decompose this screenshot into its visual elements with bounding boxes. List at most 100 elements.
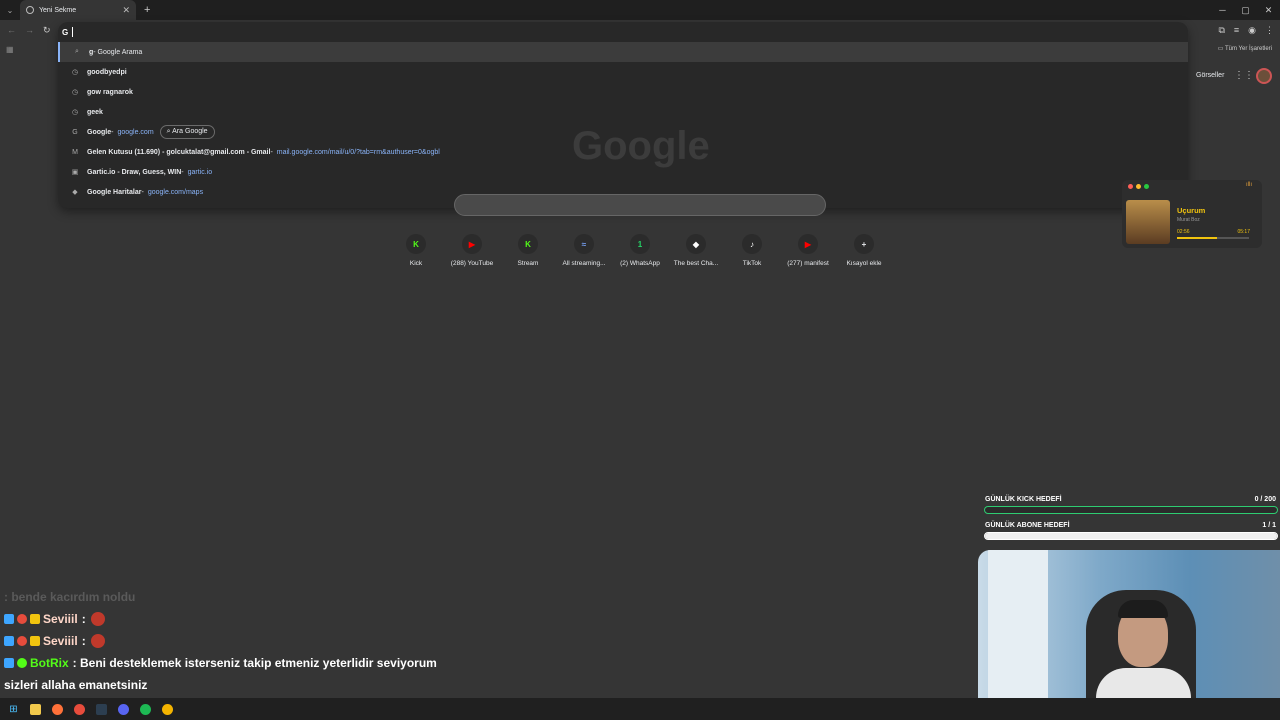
shortcut-tile[interactable]: 1 (2) WhatsApp xyxy=(612,234,668,267)
shortcut-label: (288) YouTube xyxy=(450,260,494,267)
firefox-icon[interactable] xyxy=(52,703,63,715)
goal-bar xyxy=(984,506,1278,514)
file-explorer-icon[interactable] xyxy=(30,703,41,715)
crown-badge-icon xyxy=(30,614,40,624)
suggestion-url: gartic.io xyxy=(187,168,213,176)
goal-value: 1 / 1 xyxy=(1262,522,1276,529)
gartic-icon: ▣ xyxy=(71,169,79,176)
all-bookmarks[interactable]: ▭ Tüm Yer İşaretleri xyxy=(1218,45,1272,52)
back-icon[interactable]: ← xyxy=(7,25,16,35)
badge-icon xyxy=(17,614,27,624)
spotify-icon[interactable] xyxy=(140,703,151,715)
shortcut-icon: K xyxy=(406,234,426,254)
omnibox-input[interactable]: G xyxy=(62,24,74,40)
app-icon[interactable] xyxy=(74,703,85,715)
history-icon: ◷ xyxy=(71,89,79,96)
suggestion-title: Gartic.io - Draw, Guess, WIN xyxy=(87,168,182,176)
search-google-button[interactable]: ⌕ Ara Google xyxy=(159,125,215,139)
avatar[interactable] xyxy=(1256,68,1272,84)
omnibox-value: G xyxy=(62,27,69,37)
suggestion-item[interactable]: ◷ geek xyxy=(58,102,1188,122)
bot-badge-icon xyxy=(4,658,14,668)
red-dot-icon xyxy=(1128,184,1133,189)
apps-grid-icon[interactable]: ▦ xyxy=(6,45,14,54)
suggestion-item[interactable]: ⌕ g - Google Arama xyxy=(58,42,1188,62)
shortcut-tile[interactable]: ▶ (277) manifest xyxy=(780,234,836,267)
song-title: Uçurum xyxy=(1177,206,1206,215)
suggestion-text: - xyxy=(270,148,273,156)
shortcut-icon: K xyxy=(518,234,538,254)
profile-icon[interactable]: ◉ xyxy=(1248,25,1256,36)
shortcut-icon: ▶ xyxy=(798,234,818,254)
menu-icon[interactable]: ⋮ xyxy=(1265,25,1274,36)
close-window-icon[interactable]: ✕ xyxy=(1257,0,1280,20)
minimize-icon[interactable]: ─ xyxy=(1211,0,1234,20)
suggestion-url: mail.google.com/mail/u/0/?tab=rm&authuse… xyxy=(276,148,440,156)
suggestion-url: google.com/maps xyxy=(147,188,204,196)
green-dot-icon xyxy=(1144,184,1149,189)
shortcut-tiles: K Kick ▶ (288) YouTube K Stream ≈ All streaming… xyxy=(388,234,892,267)
images-link[interactable]: Görseller xyxy=(1196,72,1224,79)
chat-username: BotRix xyxy=(30,656,69,670)
new-tab-button[interactable]: + xyxy=(144,4,150,16)
chat-username: Seviiil xyxy=(43,634,78,648)
history-icon: ◷ xyxy=(71,69,79,76)
maps-icon: ◆ xyxy=(72,189,78,196)
history-icon: ◷ xyxy=(71,109,79,116)
chat-message: sizleri allaha emanetsiniz xyxy=(4,674,564,696)
total-time: 05:17 xyxy=(1237,229,1250,235)
maximize-icon[interactable]: ▢ xyxy=(1234,0,1257,20)
chat-message: Seviiil: xyxy=(4,608,564,630)
suggestion-title: gow ragnarok xyxy=(87,88,133,96)
shortcut-tile[interactable]: K Stream xyxy=(500,234,556,267)
shortcut-tile[interactable]: + Kısayol ekle xyxy=(836,234,892,267)
album-cover xyxy=(1126,200,1170,244)
chat-message: Seviiil: xyxy=(4,630,564,652)
start-icon[interactable]: ⊞ xyxy=(8,704,19,715)
badge-icon xyxy=(4,614,14,624)
shortcut-icon: + xyxy=(854,234,874,254)
shortcut-tile[interactable]: ♪ TikTok xyxy=(724,234,780,267)
shortcut-tile[interactable]: ◆ The best Cha... xyxy=(668,234,724,267)
song-artist: Murat Boz xyxy=(1177,217,1200,223)
tab-title: Yeni Sekme xyxy=(39,6,77,14)
shortcut-label: TikTok xyxy=(742,260,762,267)
extensions-icon[interactable]: ⧉ xyxy=(1218,25,1224,36)
song-progress-bar xyxy=(1177,237,1249,239)
shortcut-tile[interactable]: K Kick xyxy=(388,234,444,267)
reload-icon[interactable]: ↻ xyxy=(43,25,51,36)
gmail-icon: M xyxy=(72,148,78,156)
subscriber-goal: GÜNLÜK ABONE HEDEFİ 1 / 1 xyxy=(982,520,1280,546)
streamer-hair xyxy=(1118,600,1168,618)
shortcut-tile[interactable]: ▶ (288) YouTube xyxy=(444,234,500,267)
goal-fill xyxy=(985,533,1277,539)
suggestion-title: goodbyedpi xyxy=(87,68,127,76)
shortcut-label: Stream xyxy=(517,260,539,267)
shortcut-icon: ▶ xyxy=(462,234,482,254)
tab-new-tab[interactable]: Yeni Sekme ✕ xyxy=(20,0,136,20)
forward-icon[interactable]: → xyxy=(25,25,34,35)
chat-text: : xyxy=(81,612,86,626)
google-apps-icon[interactable]: ⋮⋮ xyxy=(1234,70,1254,81)
ntp-search-box[interactable] xyxy=(454,194,826,216)
shortcut-icon: ≈ xyxy=(574,234,594,254)
stream-goals: GÜNLÜK KICK HEDEFİ 0 / 200 GÜNLÜK ABONE … xyxy=(982,494,1280,546)
shortcut-tile[interactable]: ≈ All streaming... xyxy=(556,234,612,267)
close-tab-icon[interactable]: ✕ xyxy=(122,5,130,16)
window-dots xyxy=(1128,184,1149,189)
chrome-icon[interactable] xyxy=(162,703,173,715)
google-logo: Google xyxy=(572,124,710,168)
suggestion-item[interactable]: ◷ goodbyedpi xyxy=(58,62,1188,82)
suggestion-text: - xyxy=(181,168,184,176)
suggestion-item[interactable]: ◷ gow ragnarok xyxy=(58,82,1188,102)
suggestion-text: - xyxy=(111,128,114,136)
search-icon: ⌕ xyxy=(75,48,79,55)
badge-icon xyxy=(4,636,14,646)
tab-strip: ⌄ Yeni Sekme ✕ + ─ ▢ ✕ xyxy=(0,0,1280,20)
emote-icon xyxy=(90,634,105,648)
media-icon[interactable]: ≡ xyxy=(1234,25,1239,36)
tab-search-icon[interactable]: ⌄ xyxy=(0,0,20,20)
chat-username: Seviiil xyxy=(43,612,78,626)
discord-icon[interactable] xyxy=(118,703,129,715)
steam-icon[interactable] xyxy=(96,703,107,715)
